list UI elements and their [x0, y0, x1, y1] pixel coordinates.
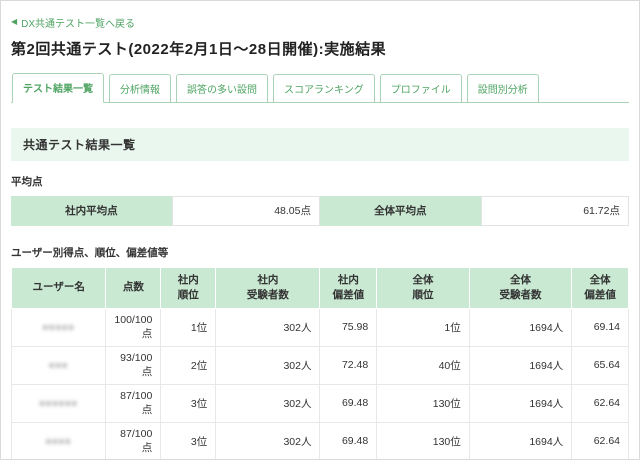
results-table-body: ●●●●●100/100点1位302人75.981位1694人69.14●●●9… — [12, 308, 629, 460]
back-to-test-list-link[interactable]: ◀ DX共通テスト一覧へ戻る — [11, 15, 135, 30]
section-heading: 共通テスト結果一覧 — [11, 128, 629, 161]
page-container: ◀ DX共通テスト一覧へ戻る 第2回共通テスト(2022年2月1日〜28日開催)… — [0, 0, 640, 460]
cell-internal-deviation: 69.48 — [320, 384, 377, 422]
masked-user-name: ●●●●● — [43, 322, 75, 332]
cell-user-name: ●●● — [12, 346, 106, 384]
cell-internal-rank: 3位 — [161, 384, 216, 422]
page-title: 第2回共通テスト(2022年2月1日〜28日開催):実施結果 — [11, 38, 629, 59]
overall-average-value: 61.72点 — [481, 196, 629, 226]
cell-internal-deviation: 69.48 — [320, 422, 377, 460]
cell-overall-deviation: 69.14 — [572, 308, 629, 346]
table-row: ●●●● 87/100点3位302人69.48130位1694人62.64 — [12, 422, 629, 460]
table-row: ●●●●●● 87/100点3位302人69.48130位1694人62.64 — [12, 384, 629, 422]
cell-internal-examinees: 302人 — [216, 308, 320, 346]
header-internal-deviation: 社内 偏差値 — [320, 267, 377, 308]
cell-score: 100/100点 — [106, 308, 161, 346]
cell-overall-examinees: 1694人 — [469, 384, 571, 422]
cell-internal-deviation: 72.48 — [320, 346, 377, 384]
user-scores-caption: ユーザー別得点、順位、偏差値等 — [11, 245, 629, 260]
header-overall-rank: 全体 順位 — [377, 267, 470, 308]
cell-overall-rank: 130位 — [377, 422, 470, 460]
cell-internal-examinees: 302人 — [216, 384, 320, 422]
tab-bar: テスト結果一覧 分析情報 誤答の多い設問 スコアランキング プロファイル 設問別… — [11, 73, 629, 103]
cell-score: 87/100点 — [106, 422, 161, 460]
tab-frequent-wrong-answers[interactable]: 誤答の多い設問 — [176, 74, 268, 102]
cell-internal-rank: 1位 — [161, 308, 216, 346]
internal-average-label: 社内平均点 — [11, 196, 172, 226]
tab-profile[interactable]: プロファイル — [380, 74, 462, 102]
header-internal-rank: 社内 順位 — [161, 267, 216, 308]
cell-user-name: ●●●● — [12, 422, 106, 460]
cell-overall-deviation: 65.64 — [572, 346, 629, 384]
header-overall-deviation: 全体 偏差値 — [572, 267, 629, 308]
tab-test-results[interactable]: テスト結果一覧 — [12, 73, 104, 103]
header-internal-examinees: 社内 受験者数 — [216, 267, 320, 308]
cell-internal-examinees: 302人 — [216, 346, 320, 384]
overall-average-label: 全体平均点 — [320, 196, 481, 226]
back-link-label: DX共通テスト一覧へ戻る — [21, 15, 135, 30]
cell-overall-examinees: 1694人 — [469, 422, 571, 460]
cell-internal-deviation: 75.98 — [320, 308, 377, 346]
cell-overall-rank: 130位 — [377, 384, 470, 422]
cell-internal-examinees: 302人 — [216, 422, 320, 460]
cell-overall-examinees: 1694人 — [469, 308, 571, 346]
table-row: ●●● 93/100点2位302人72.4840位1694人65.64 — [12, 346, 629, 384]
cell-user-name: ●●●●●● — [12, 384, 106, 422]
cell-user-name: ●●●●● — [12, 308, 106, 346]
cell-score: 93/100点 — [106, 346, 161, 384]
header-user-name: ユーザー名 — [12, 267, 106, 308]
masked-user-name: ●●● — [49, 360, 68, 370]
cell-overall-rank: 40位 — [377, 346, 470, 384]
tab-per-question-analysis[interactable]: 設問別分析 — [467, 74, 539, 102]
cell-overall-deviation: 62.64 — [572, 422, 629, 460]
table-header-row: ユーザー名 点数 社内 順位 社内 受験者数 社内 偏差値 全体 順位 全体 受… — [12, 267, 629, 308]
average-score-table: 社内平均点 48.05点 全体平均点 61.72点 — [11, 196, 629, 226]
cell-overall-examinees: 1694人 — [469, 346, 571, 384]
tab-score-ranking[interactable]: スコアランキング — [273, 74, 375, 102]
masked-user-name: ●●●●●● — [39, 398, 78, 408]
cell-score: 87/100点 — [106, 384, 161, 422]
internal-average-value: 48.05点 — [172, 196, 320, 226]
tab-analysis-info[interactable]: 分析情報 — [109, 74, 171, 102]
cell-internal-rank: 2位 — [161, 346, 216, 384]
cell-overall-deviation: 62.64 — [572, 384, 629, 422]
header-score: 点数 — [106, 267, 161, 308]
masked-user-name: ●●●● — [46, 436, 72, 446]
cell-overall-rank: 1位 — [377, 308, 470, 346]
header-overall-examinees: 全体 受験者数 — [469, 267, 571, 308]
average-score-label: 平均点 — [11, 174, 629, 189]
left-triangle-icon: ◀ — [11, 18, 17, 26]
table-row: ●●●●●100/100点1位302人75.981位1694人69.14 — [12, 308, 629, 346]
results-table: ユーザー名 点数 社内 順位 社内 受験者数 社内 偏差値 全体 順位 全体 受… — [11, 267, 629, 460]
cell-internal-rank: 3位 — [161, 422, 216, 460]
